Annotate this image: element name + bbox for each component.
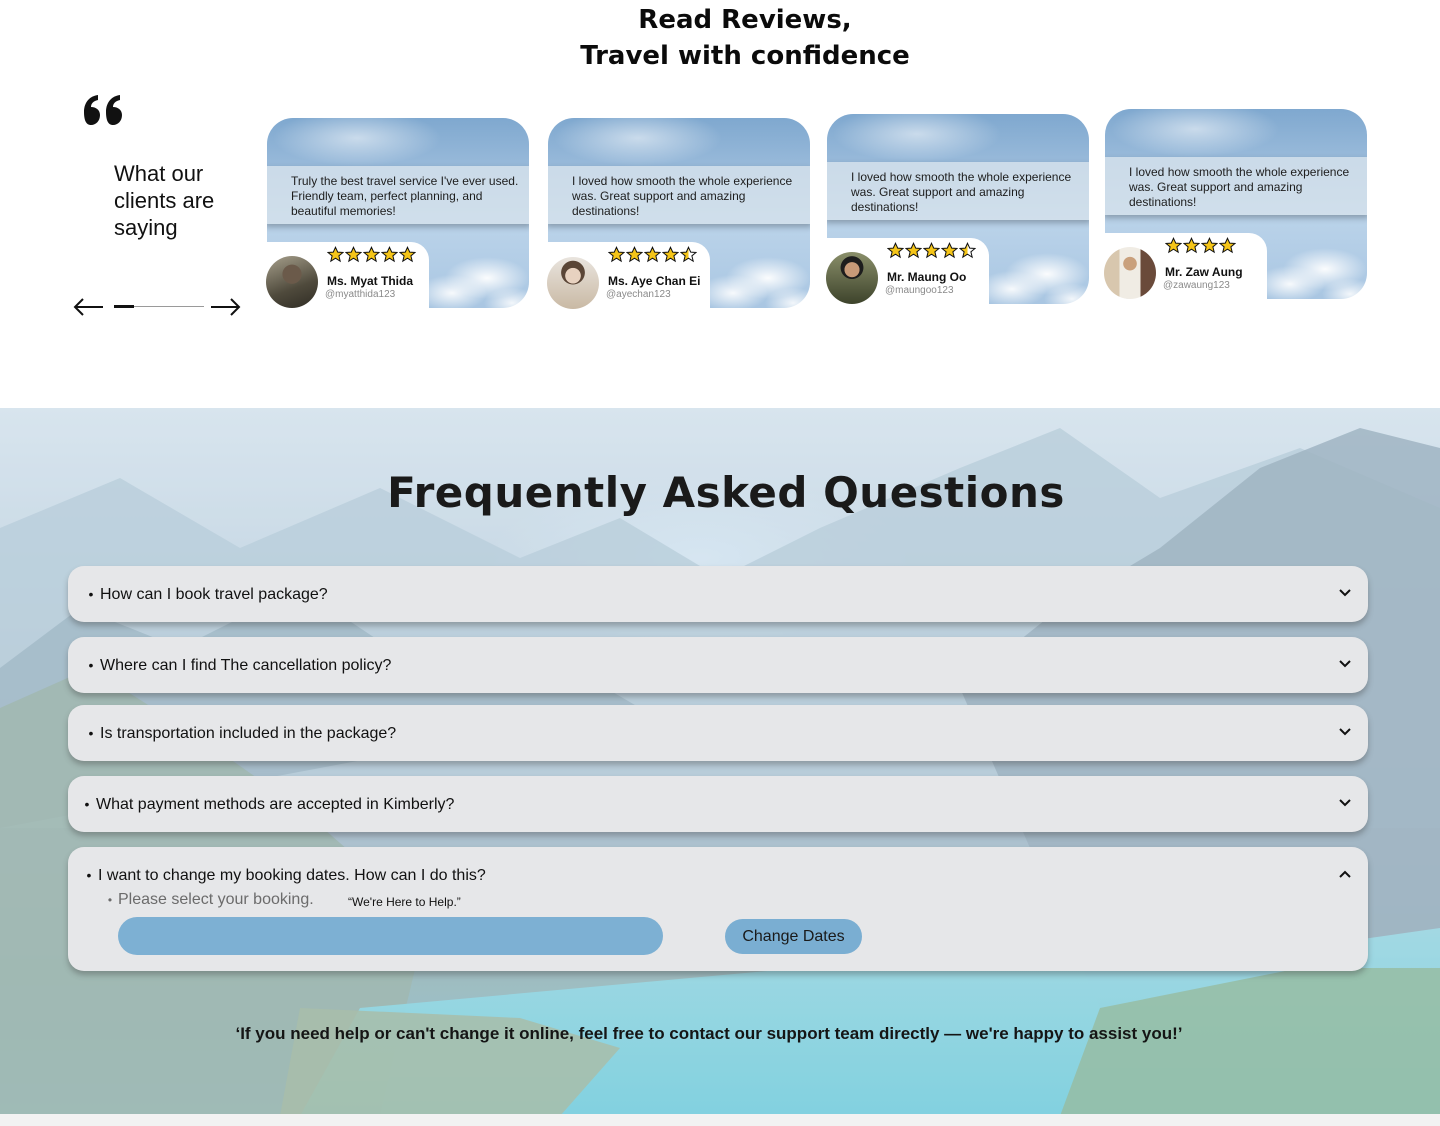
star-filled-icon — [644, 246, 661, 263]
rating-stars — [608, 246, 697, 264]
faq-item[interactable]: • Is transportation included in the packa… — [68, 705, 1368, 761]
answer-instruction: • Please select your booking. — [107, 891, 314, 908]
chevron-down-icon[interactable] — [1338, 586, 1352, 600]
change-dates-button[interactable]: Change Dates — [725, 919, 862, 954]
faq-item[interactable]: • What payment methods are accepted in Ki… — [68, 776, 1368, 832]
avatar — [547, 257, 599, 309]
faq-question: • I want to change my booking dates. How … — [86, 867, 486, 884]
star-filled-icon — [327, 246, 344, 263]
faq-question: • Is transportation included in the packa… — [88, 725, 397, 742]
faq-item[interactable]: • How can I book travel package? — [68, 566, 1368, 622]
quote-icon — [84, 95, 122, 125]
chevron-down-icon[interactable] — [1338, 796, 1352, 810]
star-filled-icon — [1201, 237, 1218, 254]
faq-question: • How can I book travel package? — [88, 586, 328, 603]
review-text: I loved how smooth the whole experience … — [548, 166, 810, 224]
help-note: “We're Here to Help.” — [348, 895, 461, 909]
reviews-title-line1: Read Reviews, — [638, 5, 852, 35]
star-half-icon — [680, 246, 697, 263]
faq-section: Frequently Asked Questions • How can I bo… — [0, 408, 1440, 1116]
star-filled-icon — [345, 246, 362, 263]
star-filled-icon — [626, 246, 643, 263]
page-bottom-strip — [0, 1114, 1440, 1126]
avatar — [266, 256, 318, 308]
support-note: ‘If you need help or can't change it onl… — [235, 1024, 1183, 1043]
chevron-up-icon[interactable] — [1338, 867, 1352, 881]
star-filled-icon — [381, 246, 398, 263]
star-filled-icon — [941, 242, 958, 259]
star-filled-icon — [608, 246, 625, 263]
star-filled-icon — [1165, 237, 1182, 254]
star-filled-icon — [923, 242, 940, 259]
rating-stars — [1165, 237, 1236, 255]
star-filled-icon — [662, 246, 679, 263]
reviews-title-line2: Travel with confidence — [580, 41, 910, 71]
rating-stars — [327, 246, 416, 264]
reviewer-name: Mr. Maung Oo — [887, 270, 967, 284]
star-filled-icon — [1183, 237, 1200, 254]
star-filled-icon — [1219, 237, 1236, 254]
clients-heading: What our clients are saying — [114, 161, 215, 240]
reviewer-name: Ms. Myat Thida — [327, 274, 414, 288]
reviewer-handle: @myatthida123 — [325, 289, 396, 300]
rating-stars — [887, 242, 976, 260]
faq-question: • Where can I find The cancellation polic… — [88, 657, 392, 674]
faq-item-expanded[interactable]: • I want to change my booking dates. How … — [68, 847, 1368, 971]
avatar — [1104, 247, 1156, 299]
review-text: Truly the best travel service I've ever … — [267, 166, 529, 224]
star-filled-icon — [363, 246, 380, 263]
carousel-progress-indicator — [114, 305, 134, 308]
star-filled-icon — [887, 242, 904, 259]
star-filled-icon — [399, 246, 416, 263]
reviews-title: Read Reviews, Travel with confidence — [0, 2, 1440, 74]
review-text: I loved how smooth the whole experience … — [1105, 157, 1367, 215]
faq-title: Frequently Asked Questions — [387, 468, 1065, 517]
faq-question: • What payment methods are accepted in Ki… — [84, 796, 455, 813]
chevron-down-icon[interactable] — [1338, 725, 1352, 739]
reviewer-handle: @zawaung123 — [1163, 280, 1230, 291]
star-filled-icon — [905, 242, 922, 259]
reviewer-handle: @ayechan123 — [606, 289, 671, 300]
reviewer-name: Ms. Aye Chan Ei — [608, 274, 701, 288]
booking-select-input[interactable] — [118, 917, 663, 955]
arrow-right-icon[interactable] — [210, 296, 242, 318]
star-half-icon — [959, 242, 976, 259]
faq-item[interactable]: • Where can I find The cancellation polic… — [68, 637, 1368, 693]
chevron-down-icon[interactable] — [1338, 657, 1352, 671]
review-text: I loved how smooth the whole experience … — [827, 162, 1089, 220]
arrow-left-icon[interactable] — [72, 296, 104, 318]
reviewer-handle: @maungoo123 — [885, 285, 954, 296]
reviewer-name: Mr. Zaw Aung — [1165, 265, 1243, 279]
avatar — [826, 252, 878, 304]
